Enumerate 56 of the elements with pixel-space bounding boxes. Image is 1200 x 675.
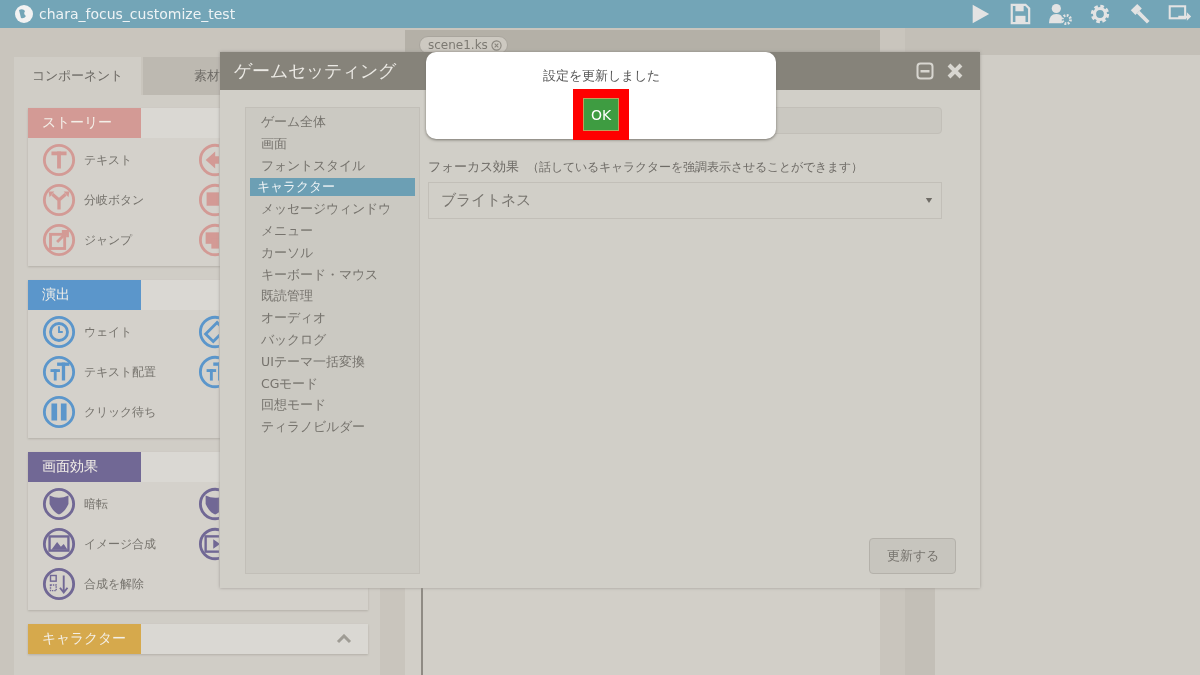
field-hint: （話しているキャラクターを強調表示させることができます） bbox=[527, 160, 863, 174]
alert-message: 設定を更新しました bbox=[542, 67, 660, 85]
section-header: 演出 bbox=[28, 280, 141, 310]
text-size-icon bbox=[42, 355, 76, 389]
left-arrow-icon bbox=[198, 143, 219, 177]
text-size-icon bbox=[198, 355, 219, 389]
close-icon[interactable] bbox=[490, 39, 502, 51]
letter-t-icon bbox=[42, 143, 76, 177]
chevron-up-icon[interactable] bbox=[336, 634, 352, 644]
menu-item[interactable]: 既読管理 bbox=[250, 285, 415, 308]
image-icon bbox=[42, 527, 76, 561]
project-title: chara_focus_customize_test bbox=[39, 6, 236, 22]
menu-item[interactable]: メッセージウィンドウ bbox=[250, 198, 415, 220]
menu-item[interactable]: 回想モード bbox=[250, 394, 415, 417]
menu-item[interactable]: ティラノビルダー bbox=[250, 416, 415, 438]
menu-item[interactable]: フォントスタイル bbox=[250, 154, 415, 177]
flag-icon bbox=[198, 183, 219, 217]
minimize-icon[interactable] bbox=[916, 62, 934, 80]
save-icon[interactable] bbox=[1008, 3, 1032, 25]
update-button[interactable]: 更新する bbox=[869, 538, 956, 574]
component-item[interactable]: イメージ合成 bbox=[42, 528, 198, 560]
field-label: フォーカス効果 （話しているキャラクターを強調表示させることができます） bbox=[428, 158, 864, 176]
component-item[interactable]: 暗転 bbox=[42, 488, 198, 520]
film-icon bbox=[198, 527, 219, 561]
component-item[interactable]: クリック待ち bbox=[42, 396, 198, 428]
component-item[interactable]: 分岐ボタン bbox=[42, 184, 198, 216]
panel-tab[interactable]: コンポーネント bbox=[14, 57, 141, 95]
caret-icon bbox=[925, 197, 933, 204]
hammer-icon[interactable] bbox=[1128, 3, 1152, 25]
section-header: ストーリー bbox=[28, 108, 141, 138]
component-item[interactable]: テキスト bbox=[42, 144, 198, 176]
component-item[interactable]: ジャンプ bbox=[42, 224, 198, 256]
component-item[interactable]: ウェイト bbox=[42, 316, 198, 348]
menu-item[interactable]: ゲーム全体 bbox=[250, 111, 415, 133]
menu-item[interactable]: キーボード・マウス bbox=[250, 263, 415, 286]
menu-item[interactable]: バックログ bbox=[250, 328, 415, 351]
component-item[interactable]: 合成を解除 bbox=[42, 568, 198, 600]
menu-item[interactable]: CGモード bbox=[250, 372, 415, 395]
menu-item[interactable]: カーソル bbox=[250, 241, 415, 264]
component-item[interactable]: テキスト配置 bbox=[42, 356, 198, 388]
section-header: キャラクター bbox=[28, 624, 141, 654]
shield-icon bbox=[198, 487, 219, 521]
clock-icon bbox=[42, 315, 76, 349]
section-header: 画面効果 bbox=[28, 452, 141, 482]
ok-button[interactable]: OK bbox=[583, 98, 619, 131]
menu-item[interactable]: オーディオ bbox=[250, 307, 415, 329]
dropdown-field[interactable]: ブライトネス bbox=[428, 182, 942, 219]
settings-icon[interactable] bbox=[1088, 3, 1112, 25]
user-gear-icon[interactable] bbox=[1048, 3, 1072, 25]
window-icon bbox=[198, 223, 219, 257]
menu-item[interactable]: 画面 bbox=[250, 132, 415, 155]
shield-icon bbox=[42, 487, 76, 521]
pause-icon bbox=[42, 395, 76, 429]
menu-item[interactable]: キャラクター bbox=[250, 178, 415, 197]
menu-item[interactable]: メニュー bbox=[250, 220, 415, 242]
globe-logo-icon bbox=[14, 4, 34, 24]
